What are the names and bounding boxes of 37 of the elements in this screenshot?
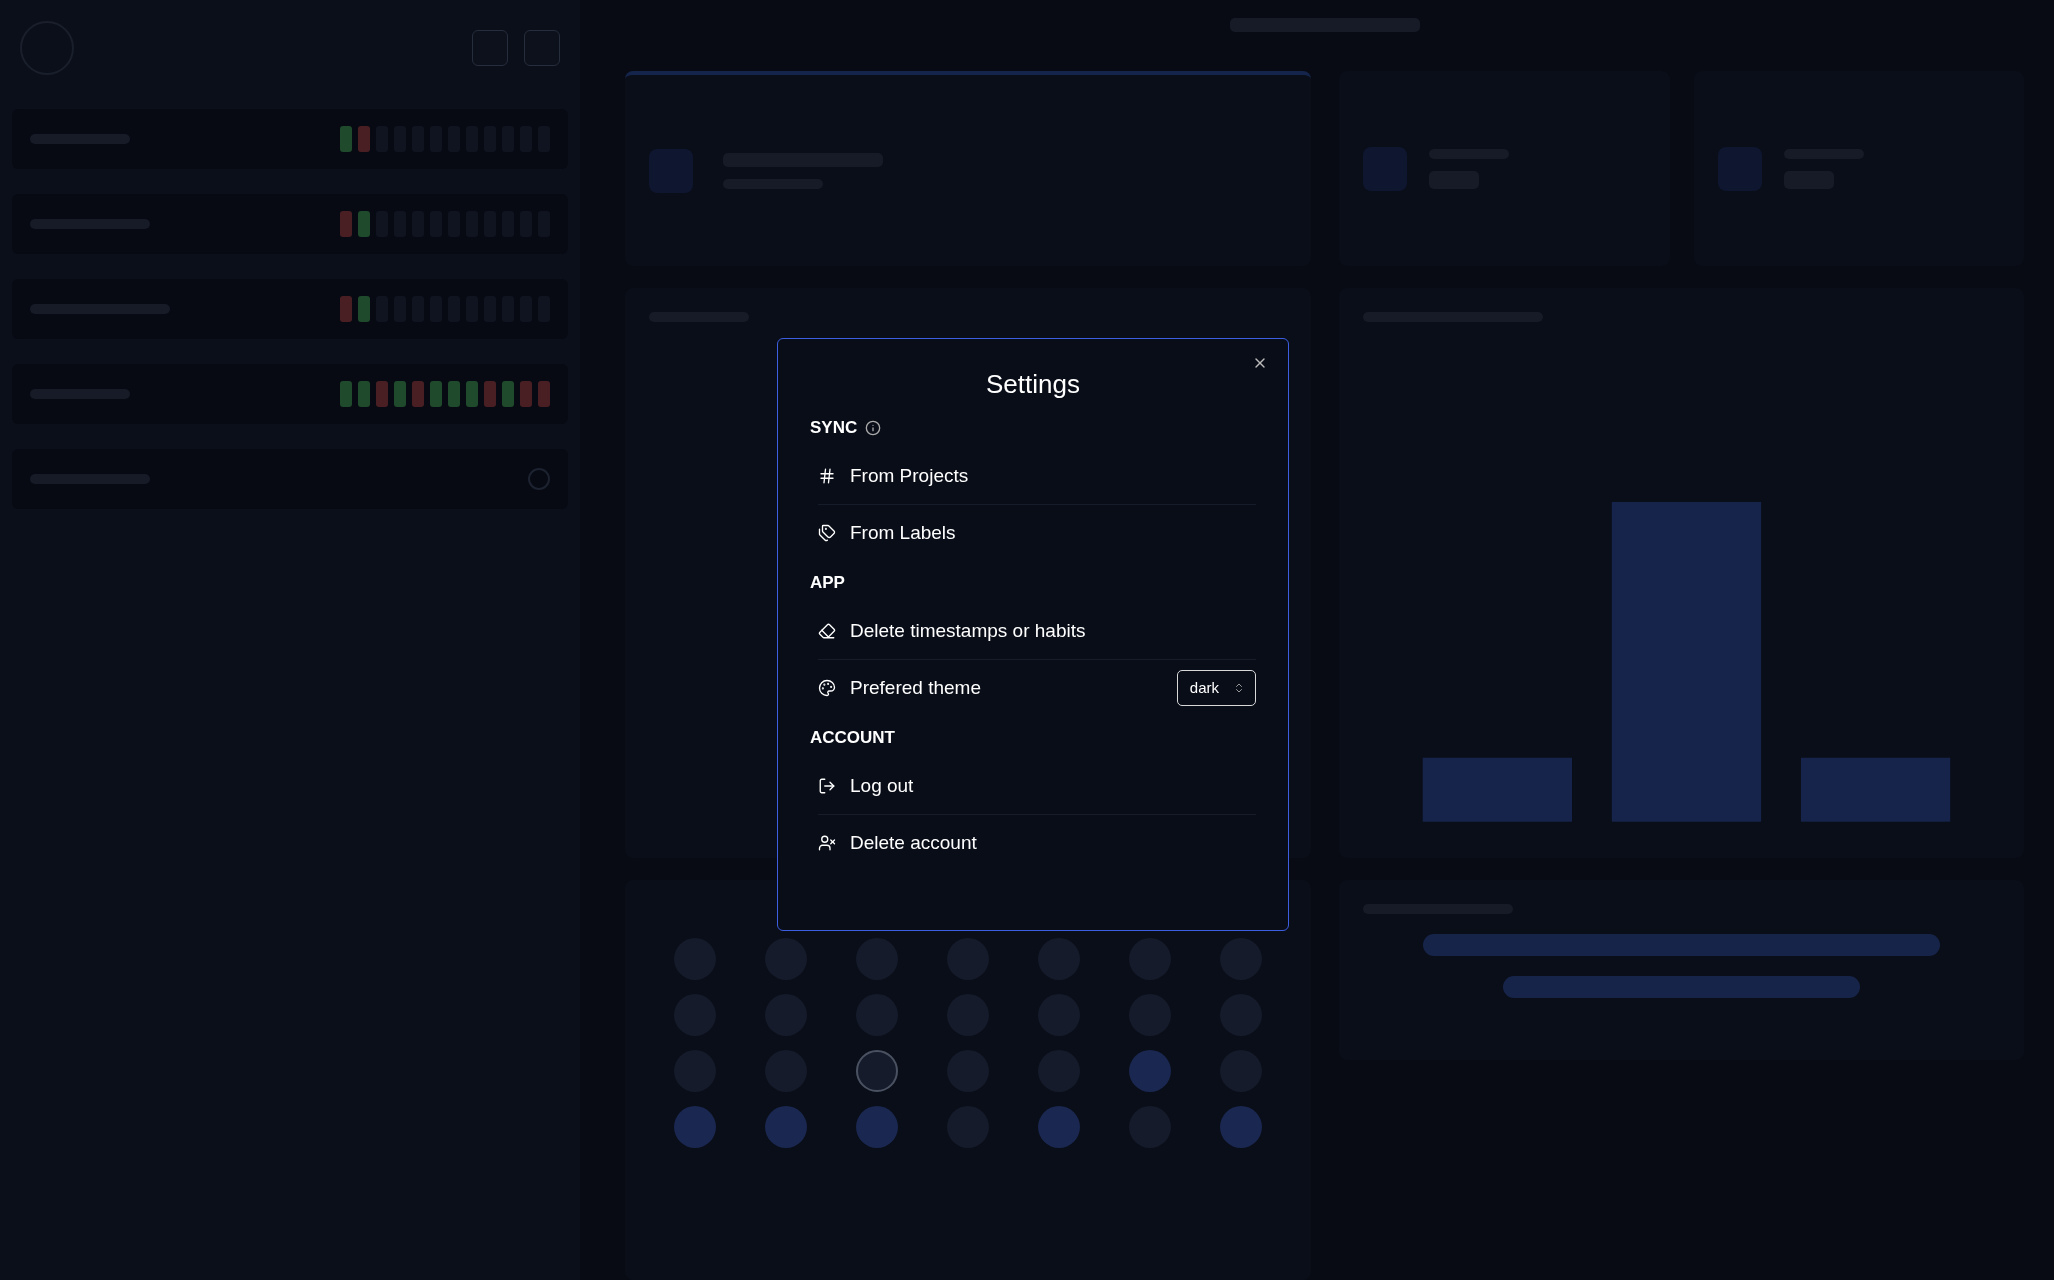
chevrons-icon bbox=[1233, 681, 1245, 694]
habit-card[interactable] bbox=[12, 109, 568, 169]
settings-option[interactable]: Log out bbox=[850, 774, 914, 797]
calendar-day-dot[interactable] bbox=[855, 1050, 898, 1092]
eraser-icon bbox=[818, 621, 836, 640]
tags-icon bbox=[818, 523, 836, 542]
settings-option[interactable]: From Projects bbox=[850, 464, 969, 487]
section-heading: ACCOUNT bbox=[810, 727, 895, 748]
calendar-day-dot[interactable] bbox=[855, 1106, 898, 1148]
calendar-day-dot[interactable] bbox=[1129, 1050, 1172, 1092]
tile-icon bbox=[649, 148, 693, 193]
circle-icon bbox=[528, 468, 550, 490]
settings-option[interactable]: Delete account bbox=[850, 831, 977, 854]
habit-card[interactable] bbox=[12, 194, 568, 254]
settings-option[interactable]: From Labels bbox=[850, 521, 956, 544]
log-out-icon bbox=[818, 776, 836, 795]
habit-card[interactable] bbox=[12, 449, 568, 509]
user-remove-icon bbox=[818, 833, 836, 852]
info-icon[interactable] bbox=[865, 419, 882, 436]
section-heading: APP bbox=[810, 572, 845, 593]
calendar-day-dot[interactable] bbox=[1038, 1106, 1081, 1148]
habit-card[interactable] bbox=[12, 364, 568, 424]
tile-icon bbox=[1363, 146, 1407, 191]
hash-icon bbox=[818, 466, 836, 485]
section-heading: SYNC bbox=[810, 417, 858, 438]
theme-select[interactable]: dark bbox=[1176, 669, 1256, 706]
calendar-day-dot[interactable] bbox=[764, 1106, 807, 1148]
dialog-title: Settings bbox=[986, 368, 1080, 400]
toolbar-button[interactable] bbox=[472, 30, 508, 66]
toolbar-button[interactable] bbox=[524, 30, 560, 66]
settings-option[interactable]: Prefered theme bbox=[850, 676, 981, 699]
calendar-day-dot[interactable] bbox=[1220, 1106, 1263, 1148]
habit-card[interactable] bbox=[12, 279, 568, 339]
settings-option[interactable]: Delete timestamps or habits bbox=[850, 619, 1086, 642]
palette-icon bbox=[818, 678, 836, 697]
tile-icon bbox=[1717, 146, 1762, 191]
calendar-day-dot[interactable] bbox=[673, 1106, 716, 1148]
